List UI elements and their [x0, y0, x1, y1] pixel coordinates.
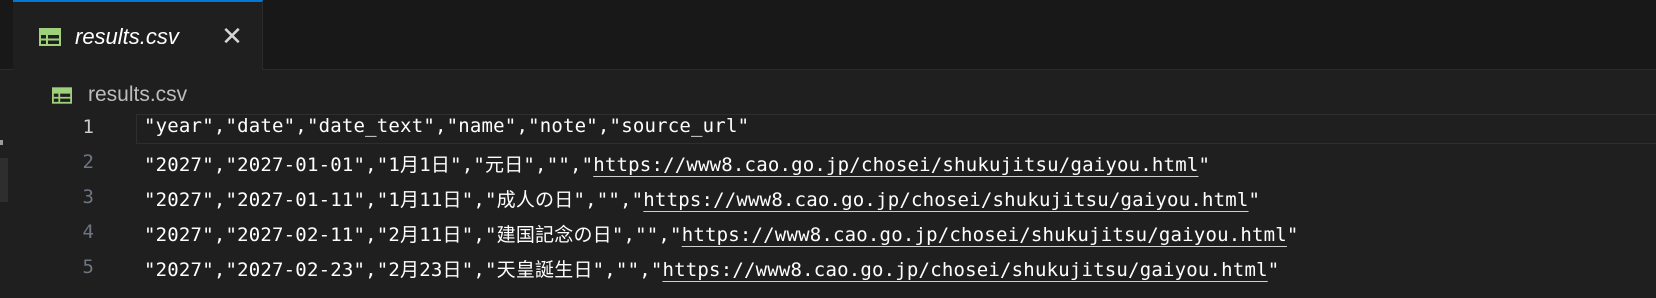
close-icon[interactable]: ✕	[221, 24, 243, 50]
line-tail: "	[1267, 259, 1280, 281]
breadcrumb[interactable]: results.csv	[52, 80, 187, 110]
url-link[interactable]: https://www8.cao.go.jp/chosei/shukujitsu…	[663, 259, 1268, 281]
line-content: "year","date","date_text","name","note",…	[144, 115, 750, 137]
line-text: "year","date","date_text","name","note",…	[144, 115, 749, 137]
table-grid-icon	[52, 86, 72, 104]
code-line[interactable]: 2 "2027","2027-01-01","1月1日","元日","","ht…	[0, 147, 1656, 181]
code-line[interactable]: 1 "year","date","date_text","name","note…	[0, 112, 1656, 146]
url-link[interactable]: https://www8.cao.go.jp/chosei/shukujitsu…	[682, 224, 1287, 246]
line-number: 2	[82, 151, 94, 173]
line-text: "2027","2027-01-01","1月1日","元日","","http…	[144, 150, 1210, 177]
line-content: "2027","2027-02-11","2月11日","建国記念の日","",…	[144, 224, 682, 246]
line-number: 4	[82, 221, 94, 243]
url-link[interactable]: https://www8.cao.go.jp/chosei/shukujitsu…	[643, 189, 1248, 211]
code-editor[interactable]: 1 "year","date","date_text","name","note…	[0, 112, 1656, 298]
code-line[interactable]: 5 "2027","2027-02-23","2月23日","天皇誕生日",""…	[0, 252, 1656, 286]
table-grid-icon	[39, 28, 61, 46]
line-number: 5	[82, 256, 94, 278]
line-content: "2027","2027-01-11","1月11日","成人の日","","	[144, 189, 644, 211]
url-link[interactable]: https://www8.cao.go.jp/chosei/shukujitsu…	[593, 154, 1198, 176]
line-number: 1	[82, 116, 94, 138]
tab-label: results.csv	[75, 24, 179, 49]
breadcrumb-file-label: results.csv	[88, 83, 188, 106]
line-tail: "	[1248, 189, 1261, 211]
line-tail: "	[1286, 224, 1299, 246]
editor-window: results.csv ✕ results.csv 1 "year","date…	[0, 0, 1656, 298]
tab-results-csv[interactable]: results.csv ✕	[13, 0, 263, 70]
line-text: "2027","2027-02-11","2月11日","建国記念の日","",…	[144, 220, 1299, 247]
line-text: "2027","2027-02-23","2月23日","天皇誕生日","","…	[144, 255, 1279, 282]
code-line[interactable]: 3 "2027","2027-01-11","1月11日","成人の日","",…	[0, 182, 1656, 216]
line-content: "2027","2027-02-23","2月23日","天皇誕生日","","	[144, 259, 663, 281]
line-content: "2027","2027-01-01","1月1日","元日","","	[144, 154, 594, 176]
line-text: "2027","2027-01-11","1月11日","成人の日","","h…	[144, 185, 1260, 212]
code-line[interactable]: 4 "2027","2027-02-11","2月11日","建国記念の日","…	[0, 217, 1656, 251]
tab-bar: results.csv ✕	[0, 0, 1656, 70]
line-number: 3	[82, 186, 94, 208]
line-tail: "	[1198, 154, 1211, 176]
